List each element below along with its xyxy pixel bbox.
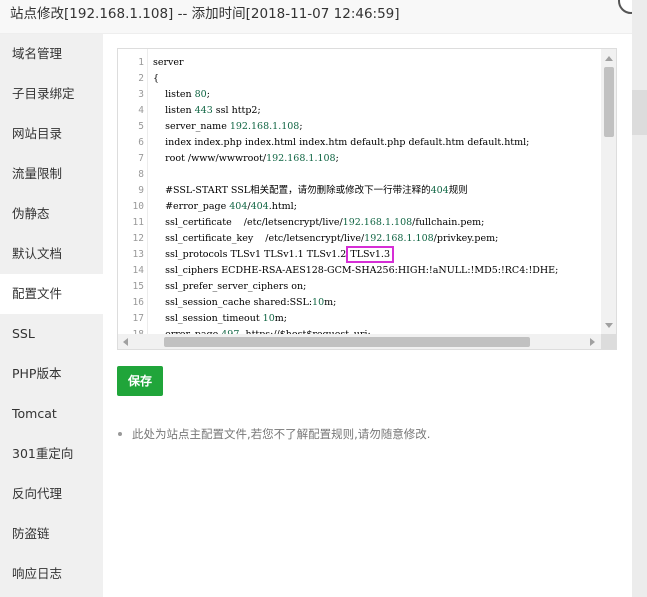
save-button[interactable]: 保存 (117, 366, 163, 396)
vertical-scrollbar[interactable] (601, 49, 616, 334)
line-number: 10 (132, 201, 144, 212)
code-line[interactable]: 15 ssl_prefer_server_ciphers on; (118, 279, 600, 295)
code-text[interactable]: server_name 192.168.1.108; (153, 119, 302, 135)
sidebar-item-rewrite[interactable]: 伪静态 (0, 194, 103, 234)
code-line[interactable]: 8 (118, 167, 600, 183)
line-number: 5 (138, 121, 144, 132)
code-text[interactable]: listen 443 ssl http2; (153, 103, 261, 119)
line-number: 1 (138, 57, 144, 68)
sidebar-item-ssl[interactable]: SSL (0, 314, 103, 354)
code-text[interactable]: ssl_session_cache shared:SSL:10m; (153, 295, 336, 311)
code-text[interactable]: ssl_ciphers ECDHE-RSA-AES128-GCM-SHA256:… (153, 263, 558, 279)
line-number: 4 (138, 105, 144, 116)
config-editor[interactable]: 1 server 2{3 listen 80; 4 listen 443 ssl ht… (117, 48, 617, 350)
code-text[interactable]: root /www/wwwroot/192.168.1.108; (153, 151, 339, 167)
code-area[interactable]: 1 server 2{3 listen 80; 4 listen 443 ssl ht… (118, 55, 600, 343)
code-line[interactable]: 13 ssl_protocols TLSv1 TLSv1.1 TLSv1.2 T… (118, 246, 600, 263)
tip-text: 此处为站点主配置文件,若您不了解配置规则,请勿随意修改. (132, 427, 431, 441)
sidebar-item-hotlink[interactable]: 防盗链 (0, 514, 103, 554)
scroll-down-icon[interactable] (605, 323, 613, 328)
code-line[interactable]: 14 ssl_ciphers ECDHE-RSA-AES128-GCM-SHA2… (118, 263, 600, 279)
code-line[interactable]: 2{ (118, 71, 600, 87)
scrollbar-corner (601, 334, 616, 349)
code-line[interactable]: 9 #SSL-START SSL相关配置，请勿删除或修改下一行带注释的404规则 (118, 183, 600, 199)
line-number: 13 (132, 249, 144, 260)
horizontal-scroll-thumb[interactable] (164, 337, 530, 347)
code-text[interactable]: #SSL-START SSL相关配置，请勿删除或修改下一行带注释的404规则 (153, 183, 468, 199)
background-strip (632, 0, 647, 597)
code-line[interactable]: 7 root /www/wwwroot/192.168.1.108; (118, 151, 600, 167)
line-number: 6 (138, 137, 144, 148)
code-text[interactable]: ssl_certificate_key /etc/letsencrypt/liv… (153, 231, 498, 247)
line-number: 14 (132, 265, 144, 276)
scroll-left-icon[interactable] (123, 338, 128, 346)
scroll-right-icon[interactable] (590, 338, 595, 346)
code-line[interactable]: 5 server_name 192.168.1.108; (118, 119, 600, 135)
background-block (632, 90, 647, 135)
code-line[interactable]: 4 listen 443 ssl http2; (118, 103, 600, 119)
line-number: 8 (138, 169, 144, 180)
sidebar-item-response-log[interactable]: 响应日志 (0, 554, 103, 594)
code-line[interactable]: 11 ssl_certificate /etc/letsencrypt/live… (118, 215, 600, 231)
line-number: 12 (132, 233, 144, 244)
sidebar-item-php-version[interactable]: PHP版本 (0, 354, 103, 394)
code-text[interactable]: index index.php index.html index.htm def… (153, 135, 529, 151)
bullet-icon (118, 431, 122, 436)
sidebar: 域名管理 子目录绑定 网站目录 流量限制 伪静态 默认文档 配置文件 SSL P… (0, 34, 103, 597)
scroll-up-icon[interactable] (605, 56, 613, 61)
sidebar-item-default-doc[interactable]: 默认文档 (0, 234, 103, 274)
code-line[interactable]: 16 ssl_session_cache shared:SSL:10m; (118, 295, 600, 311)
code-text[interactable]: ssl_prefer_server_ciphers on; (153, 279, 306, 295)
line-number: 3 (138, 89, 144, 100)
code-text[interactable]: ssl_session_timeout 10m; (153, 311, 287, 327)
code-text[interactable]: ssl_protocols TLSv1 TLSv1.1 TLSv1.2 TLSv… (153, 246, 394, 263)
horizontal-scrollbar[interactable] (118, 334, 601, 349)
code-line[interactable]: 1 server (118, 55, 600, 71)
code-text[interactable]: listen 80; (153, 87, 210, 103)
config-tip: 此处为站点主配置文件,若您不了解配置规则,请勿随意修改. (118, 426, 430, 442)
window-title: 站点修改[192.168.1.108] -- 添加时间[2018-11-07 1… (0, 0, 632, 34)
code-line[interactable]: 3 listen 80; (118, 87, 600, 103)
sidebar-item-traffic-limit[interactable]: 流量限制 (0, 154, 103, 194)
code-line[interactable]: 17 ssl_session_timeout 10m; (118, 311, 600, 327)
code-line[interactable]: 12 ssl_certificate_key /etc/letsencrypt/… (118, 231, 600, 247)
line-number: 9 (138, 185, 144, 196)
sidebar-item-subdir[interactable]: 子目录绑定 (0, 74, 103, 114)
line-number: 11 (132, 217, 144, 228)
code-text[interactable]: ssl_certificate /etc/letsencrypt/live/19… (153, 215, 484, 231)
sidebar-item-site-dir[interactable]: 网站目录 (0, 114, 103, 154)
code-line[interactable]: 6 index index.php index.html index.htm d… (118, 135, 600, 151)
line-number: 17 (132, 313, 144, 324)
sidebar-item-reverse-proxy[interactable]: 反向代理 (0, 474, 103, 514)
code-line[interactable]: 10 #error_page 404/404.html; (118, 199, 600, 215)
sidebar-item-redirect[interactable]: 301重定向 (0, 434, 103, 474)
line-number: 16 (132, 297, 144, 308)
code-text[interactable]: server (153, 55, 184, 71)
vertical-scroll-thumb[interactable] (604, 67, 614, 137)
line-number: 15 (132, 281, 144, 292)
code-text[interactable]: { (153, 71, 159, 87)
sidebar-item-tomcat[interactable]: Tomcat (0, 394, 103, 434)
line-number: 2 (138, 73, 144, 84)
sidebar-item-config-file[interactable]: 配置文件 (0, 274, 103, 314)
line-number: 7 (138, 153, 144, 164)
highlighted-tls13: TLSv1.3 (346, 246, 394, 263)
sidebar-item-domain[interactable]: 域名管理 (0, 34, 103, 74)
code-text[interactable]: #error_page 404/404.html; (153, 199, 297, 215)
